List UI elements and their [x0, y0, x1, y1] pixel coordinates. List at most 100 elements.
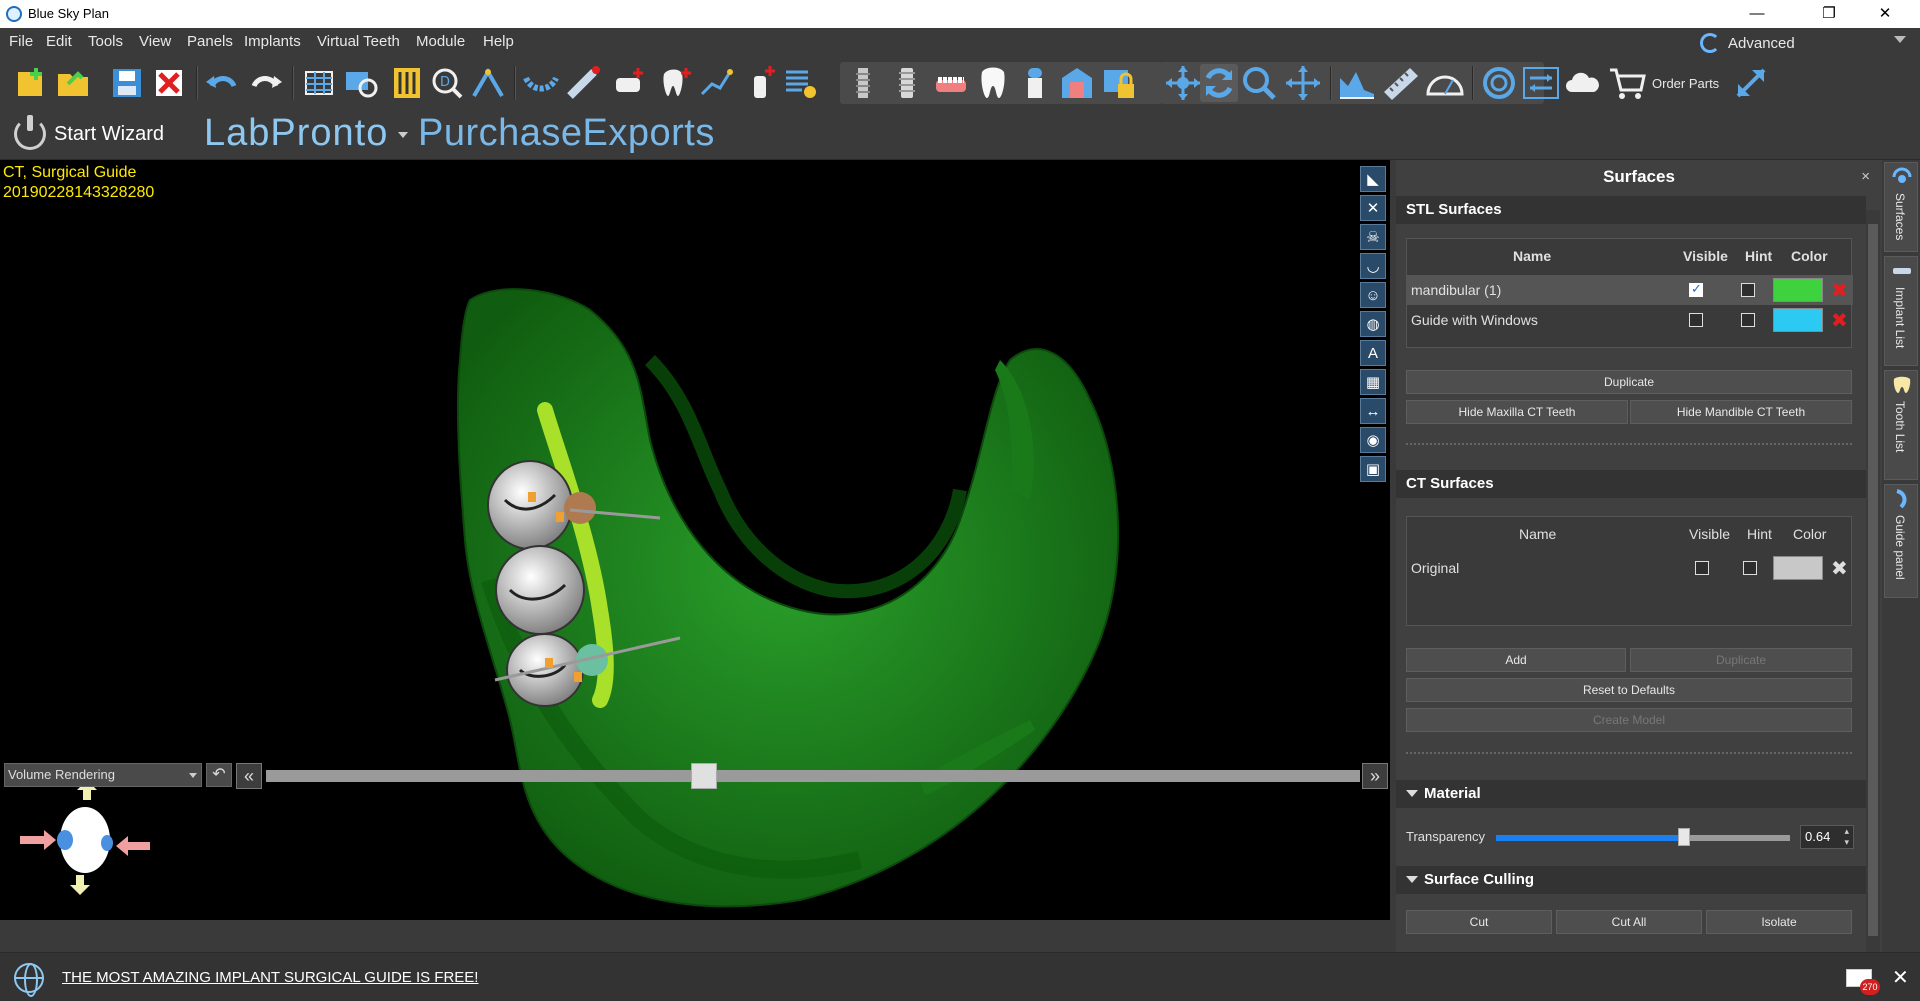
- rotate-icon[interactable]: [1200, 64, 1238, 102]
- text-icon[interactable]: A: [1360, 340, 1386, 366]
- skull-icon[interactable]: ☠: [1360, 224, 1386, 250]
- slice-slider-thumb[interactable]: [690, 763, 717, 789]
- ruler-icon[interactable]: [1382, 64, 1420, 102]
- lock-icon[interactable]: [1100, 64, 1138, 102]
- cut-all-button[interactable]: Cut All: [1556, 910, 1702, 934]
- sleeve-icon[interactable]: [1016, 64, 1054, 102]
- redo-icon[interactable]: [246, 64, 284, 102]
- hide-mandible-button[interactable]: Hide Mandible CT Teeth: [1630, 400, 1852, 424]
- implant-icon[interactable]: [844, 64, 882, 102]
- delete-icon[interactable]: ✖: [1831, 308, 1848, 333]
- slider-next-button[interactable]: »: [1362, 763, 1388, 789]
- menu-tools[interactable]: Tools: [88, 33, 123, 50]
- menu-implants[interactable]: Implants: [244, 33, 301, 50]
- open-file-icon[interactable]: [54, 64, 92, 102]
- pan-icon[interactable]: [1284, 64, 1322, 102]
- nerve-icon[interactable]: [470, 64, 508, 102]
- panel-close-button[interactable]: ×: [1861, 168, 1870, 185]
- arch-icon[interactable]: [522, 64, 560, 102]
- sliders-icon[interactable]: [388, 64, 426, 102]
- surface-culling-section-header[interactable]: Surface Culling: [1396, 866, 1866, 894]
- transparency-slider-thumb[interactable]: [1678, 828, 1691, 846]
- hint-checkbox[interactable]: [1741, 313, 1755, 327]
- add-crown-icon[interactable]: [610, 64, 648, 102]
- panel-scrollbar[interactable]: [1866, 210, 1880, 952]
- 3d-viewport[interactable]: CT, Surgical Guide 20190228143328280 ◣ ✕…: [0, 160, 1390, 920]
- dicom-search-icon[interactable]: D: [428, 64, 466, 102]
- jaw-model-render[interactable]: [0, 160, 1390, 920]
- transparency-spinbox[interactable]: 0.64 ▴ ▾: [1800, 825, 1854, 849]
- visible-checkbox[interactable]: [1695, 561, 1709, 575]
- table-row[interactable]: Original ✖: [1407, 553, 1853, 583]
- order-parts-button[interactable]: Order Parts: [1652, 76, 1719, 91]
- close-window-button[interactable]: ✕: [1862, 0, 1908, 28]
- add-tooth-icon[interactable]: [656, 64, 694, 102]
- cloud-icon[interactable]: [1564, 64, 1602, 102]
- promo-link[interactable]: THE MOST AMAZING IMPLANT SURGICAL GUIDE …: [62, 969, 478, 986]
- scrollbar-thumb[interactable]: [1868, 224, 1878, 936]
- color-swatch[interactable]: [1773, 556, 1823, 580]
- maximize-button[interactable]: ❐: [1806, 0, 1852, 28]
- transfer-icon[interactable]: [1522, 64, 1560, 102]
- menu-help[interactable]: Help: [483, 33, 514, 50]
- ruler-tool-icon[interactable]: [564, 64, 602, 102]
- hide-maxilla-button[interactable]: Hide Maxilla CT Teeth: [1406, 400, 1628, 424]
- delete-icon[interactable]: ✖: [1831, 278, 1848, 303]
- menu-file[interactable]: File: [9, 33, 33, 50]
- tab-surfaces[interactable]: Surfaces: [1884, 162, 1918, 252]
- tab-guide-panel[interactable]: Guide panel: [1884, 484, 1918, 598]
- visible-checkbox[interactable]: [1689, 313, 1703, 327]
- camera-icon[interactable]: ▣: [1360, 456, 1386, 482]
- tab-implant-list[interactable]: Implant List: [1884, 256, 1918, 366]
- model-icon[interactable]: [1058, 64, 1096, 102]
- slice-view-icon[interactable]: [342, 64, 380, 102]
- chevron-down-icon[interactable]: [398, 132, 408, 138]
- globe-icon[interactable]: [14, 963, 44, 997]
- layout-icon[interactable]: [300, 64, 338, 102]
- table-row[interactable]: Guide with Windows ✖: [1407, 305, 1853, 335]
- slider-prev-button[interactable]: «: [236, 763, 262, 789]
- visible-checkbox[interactable]: [1689, 281, 1703, 297]
- new-file-icon[interactable]: [12, 64, 50, 102]
- ds-icon[interactable]: ◉: [1360, 427, 1386, 453]
- color-swatch[interactable]: [1773, 278, 1823, 302]
- transparency-slider-track[interactable]: [1496, 835, 1790, 841]
- slice-icon[interactable]: ◣: [1360, 166, 1386, 192]
- add-ct-surface-button[interactable]: Add: [1406, 648, 1626, 672]
- close-file-icon[interactable]: [150, 64, 188, 102]
- mode-selector[interactable]: Advanced: [1700, 32, 1795, 54]
- histogram-icon[interactable]: [1338, 64, 1376, 102]
- chevron-down-icon[interactable]: [1894, 36, 1906, 43]
- undo-icon[interactable]: [204, 64, 242, 102]
- denture-icon[interactable]: [932, 64, 970, 102]
- cut-button[interactable]: Cut: [1406, 910, 1552, 934]
- purchase-exports-link[interactable]: PurchaseExports: [418, 112, 715, 155]
- zoom-icon[interactable]: [1240, 64, 1278, 102]
- hint-checkbox[interactable]: [1743, 561, 1757, 575]
- start-wizard-button[interactable]: Start Wizard: [14, 115, 164, 152]
- cross-icon[interactable]: ✕: [1360, 195, 1386, 221]
- implant-screw-icon[interactable]: [888, 64, 926, 102]
- table-row[interactable]: mandibular (1) ✖: [1407, 275, 1853, 305]
- render-mode-select[interactable]: Volume Rendering: [4, 763, 202, 787]
- labpronto-logo[interactable]: LabPronto: [204, 112, 388, 155]
- duplicate-stl-button[interactable]: Duplicate: [1406, 370, 1852, 394]
- material-section-header[interactable]: Material: [1396, 780, 1866, 808]
- save-icon[interactable]: [108, 64, 146, 102]
- spin-arrows-icon[interactable]: ▴ ▾: [1844, 826, 1849, 848]
- reset-defaults-button[interactable]: Reset to Defaults: [1406, 678, 1852, 702]
- face-icon[interactable]: ☺: [1360, 282, 1386, 308]
- distance-icon[interactable]: ↔: [1360, 398, 1386, 424]
- color-swatch[interactable]: [1773, 308, 1823, 332]
- menu-virtual-teeth[interactable]: Virtual Teeth: [317, 33, 400, 50]
- create-model-button[interactable]: Create Model: [1406, 708, 1852, 732]
- spiral-icon[interactable]: [1480, 64, 1518, 102]
- list-settings-icon[interactable]: [782, 64, 820, 102]
- sphere-icon[interactable]: ◍: [1360, 311, 1386, 337]
- hint-checkbox[interactable]: [1741, 283, 1755, 297]
- slice-slider-track[interactable]: [266, 770, 1360, 782]
- menu-edit[interactable]: Edit: [46, 33, 72, 50]
- menu-module[interactable]: Module: [416, 33, 465, 50]
- add-implant-icon[interactable]: [740, 64, 778, 102]
- grid-icon[interactable]: ▦: [1360, 369, 1386, 395]
